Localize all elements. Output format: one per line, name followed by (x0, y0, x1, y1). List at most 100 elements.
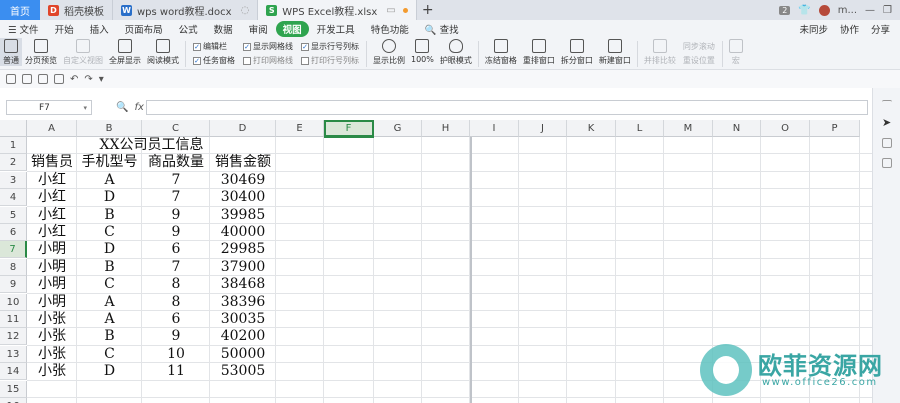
data-cell-d8[interactable]: 37900 (210, 259, 276, 276)
header-cell-a[interactable]: 销售员 (27, 154, 77, 171)
data-cell-a7[interactable]: 小明 (27, 241, 77, 258)
skin-icon[interactable]: 👕 (798, 5, 810, 16)
menu-formula[interactable]: 公式 (171, 22, 206, 36)
arrange-windows-button[interactable]: 重排窗口 (520, 38, 558, 66)
row-header-9[interactable]: 9 (0, 276, 27, 294)
row-header-12[interactable]: 12 (0, 328, 27, 346)
column-header-b[interactable]: B (77, 120, 142, 137)
data-cell-c13[interactable]: 10 (142, 346, 210, 363)
column-header-c[interactable]: C (142, 120, 210, 137)
print-icon[interactable] (38, 74, 48, 84)
data-cell-a5[interactable]: 小红 (27, 207, 77, 224)
column-header-m[interactable]: M (664, 120, 713, 137)
row-header-14[interactable]: 14 (0, 363, 27, 381)
minimize-icon[interactable]: — (865, 5, 875, 16)
row-header-3[interactable]: 3 (0, 171, 27, 189)
fx-icon[interactable]: fx (134, 102, 143, 113)
show-headers-checkbox[interactable]: ✓ 显示行号列标 (301, 41, 359, 52)
sync-status[interactable]: 未同步 (799, 22, 828, 36)
menu-insert[interactable]: 插入 (82, 22, 117, 36)
formula-input[interactable] (146, 100, 868, 115)
task-pane-checkbox[interactable]: ✓ 任务窗格 (193, 55, 235, 66)
column-header-k[interactable]: K (567, 120, 616, 137)
collaborate-button[interactable]: 协作 (840, 22, 859, 36)
data-cell-a13[interactable]: 小张 (27, 346, 77, 363)
column-header-e[interactable]: E (276, 120, 324, 137)
column-header-l[interactable]: L (616, 120, 664, 137)
row-header-7[interactable]: 7 (0, 241, 27, 259)
maximize-icon[interactable]: ❐ (883, 5, 892, 16)
data-cell-c7[interactable]: 6 (142, 241, 210, 258)
data-cell-b9[interactable]: C (77, 276, 142, 293)
table-title-cell[interactable]: XX公司员工信息 (27, 137, 276, 154)
sync-scroll-button[interactable]: 同步滚动 (683, 41, 715, 52)
data-cell-d10[interactable]: 38396 (210, 294, 276, 311)
show-gridlines-checkbox[interactable]: ✓ 显示网格线 (243, 41, 293, 52)
magnifier-icon[interactable]: 🔍 (116, 102, 128, 113)
tab-daoke[interactable]: D 稻壳模板 (40, 0, 113, 20)
row-header-6[interactable]: 6 (0, 224, 27, 241)
tab-word-doc[interactable]: W wps word教程.docx ◌ (113, 0, 259, 20)
fullscreen-button[interactable]: 全屏显示 (106, 38, 144, 66)
freeze-panes-button[interactable]: 冻结窗格 (482, 38, 520, 66)
data-cell-d5[interactable]: 39985 (210, 207, 276, 224)
data-cell-b12[interactable]: B (77, 328, 142, 345)
column-header-j[interactable]: J (519, 120, 567, 137)
data-cell-a4[interactable]: 小红 (27, 189, 77, 206)
data-cell-d14[interactable]: 53005 (210, 363, 276, 380)
pointer-icon[interactable]: ➤ (882, 116, 892, 129)
row-header-5[interactable]: 5 (0, 206, 27, 224)
redo-icon[interactable]: ↷ (84, 74, 92, 85)
tab-excel-doc[interactable]: S WPS Excel教程.xlsx ▭ (258, 0, 417, 20)
row-header-2[interactable]: 2 (0, 154, 27, 172)
add-tab-button[interactable]: + (417, 0, 439, 20)
data-cell-b5[interactable]: B (77, 207, 142, 224)
data-cell-c14[interactable]: 11 (142, 363, 210, 380)
search-menu[interactable]: 🔍 查找 (417, 22, 467, 36)
print-headers-checkbox[interactable]: 打印行号列标 (301, 55, 359, 66)
row-header-8[interactable]: 8 (0, 258, 27, 276)
row-header-11[interactable]: 11 (0, 311, 27, 328)
select-all-corner[interactable] (0, 120, 27, 137)
undo-icon[interactable]: ↶ (70, 74, 78, 85)
chevron-down-icon[interactable]: ▾ (83, 104, 87, 112)
data-cell-c8[interactable]: 7 (142, 259, 210, 276)
data-cell-b14[interactable]: D (77, 363, 142, 380)
new-window-button[interactable]: 新建窗口 (596, 38, 634, 66)
macro-button[interactable]: 宏 (726, 38, 746, 66)
save-icon[interactable] (6, 74, 16, 84)
data-cell-d12[interactable]: 40200 (210, 328, 276, 345)
data-cell-a6[interactable]: 小红 (27, 224, 77, 241)
data-cell-c10[interactable]: 8 (142, 294, 210, 311)
collapse-icon[interactable] (882, 100, 892, 110)
data-cell-b3[interactable]: A (77, 172, 142, 189)
data-cell-a11[interactable]: 小张 (27, 311, 77, 328)
zoom-button[interactable]: 显示比例 (370, 38, 408, 66)
data-cell-d4[interactable]: 30400 (210, 189, 276, 206)
data-cell-c11[interactable]: 6 (142, 311, 210, 328)
menu-developer[interactable]: 开发工具 (309, 22, 363, 36)
row-header-1[interactable]: 1 (0, 137, 27, 154)
column-header-n[interactable]: N (713, 120, 761, 137)
window-count-badge[interactable]: 2 (779, 5, 791, 15)
file-menu[interactable]: ☰ 文件 (0, 22, 47, 36)
print-gridlines-checkbox[interactable]: 打印网格线 (243, 55, 293, 66)
style-icon[interactable] (882, 138, 892, 148)
data-cell-a9[interactable]: 小明 (27, 276, 77, 293)
data-cell-c5[interactable]: 9 (142, 207, 210, 224)
menu-features[interactable]: 特色功能 (363, 22, 417, 36)
print-preview-icon[interactable] (22, 74, 32, 84)
data-cell-c4[interactable]: 7 (142, 189, 210, 206)
data-cell-b6[interactable]: C (77, 224, 142, 241)
reading-mode-button[interactable]: 阅读模式 (144, 38, 182, 66)
header-cell-c[interactable]: 商品数量 (142, 154, 210, 171)
column-header-p[interactable]: P (810, 120, 860, 137)
menu-view[interactable]: 视图 (275, 21, 309, 37)
menu-review[interactable]: 审阅 (241, 22, 276, 36)
freeze-pane-divider[interactable] (470, 137, 472, 403)
row-header-15[interactable]: 15 (0, 380, 27, 398)
menu-data[interactable]: 数据 (206, 22, 241, 36)
share-button[interactable]: 分享 (871, 22, 890, 36)
name-box[interactable]: F7 ▾ (6, 100, 92, 115)
property-icon[interactable] (882, 158, 892, 168)
